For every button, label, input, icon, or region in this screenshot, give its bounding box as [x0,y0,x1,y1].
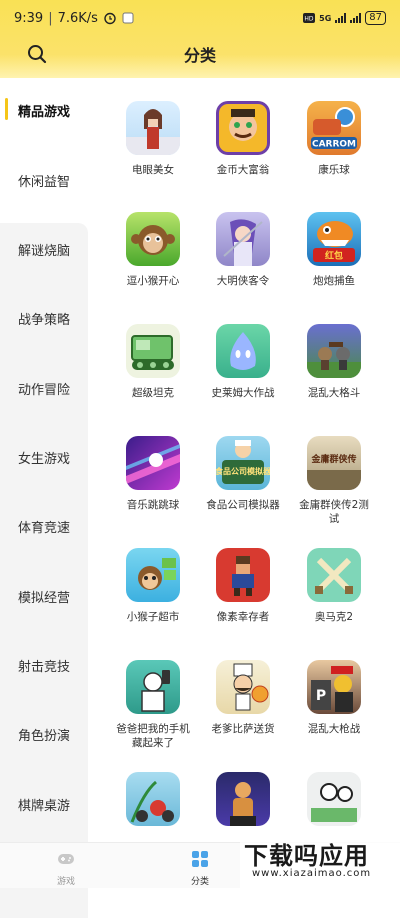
game-name: 超级坦克 [132,387,174,399]
game-name: 炮炮捕鱼 [313,275,355,287]
game-name: 食品公司模拟器 [206,499,280,511]
watermark-url: www.xiazaimao.com [252,868,372,879]
game-item[interactable]: 大明侠客令 [203,212,283,288]
game-item[interactable]: 金庸群侠传 金庸群侠传2测试 [294,436,374,526]
game-icon: 红包 [307,212,361,266]
sidebar-item-action[interactable]: 动作冒险 [0,373,88,403]
watermark-title: 下载吗应用 [244,842,369,870]
game-name: 爸爸把我的手机藏起来了 [116,723,190,749]
game-icon [307,324,361,378]
game-icon [216,324,270,378]
game-name: 小猴子超市 [126,611,180,623]
game-item[interactable]: 超级坦克 [113,324,193,400]
game-icon [216,548,270,602]
game-item[interactable]: 红包 炮炮捕鱼 [294,212,374,288]
game-name: 金币大富翁 [216,164,270,176]
game-icon [216,772,270,826]
game-item[interactable]: 爸爸把我的手机藏起来了 [113,660,193,750]
food-company-icon-text: 食品公司模拟器 [216,466,270,476]
game-icon [126,548,180,602]
status-time: 9:39 [14,10,44,26]
sidebar-item-shooting[interactable]: 射击竞技 [0,650,88,680]
sidebar-item-featured[interactable]: 精品游戏 [0,95,88,125]
game-item[interactable] [113,772,193,834]
game-icon [307,548,361,602]
game-item[interactable]: 老爹比萨送货 [203,660,283,736]
alarm-icon [104,12,116,25]
svg-text:HD: HD [305,16,315,23]
game-icon: CARROM [307,101,361,155]
game-icon [126,101,180,155]
game-item[interactable]: 食品公司模拟器 食品公司模拟器 [203,436,283,512]
jinyong-icon-text: 金庸群侠传 [310,453,356,465]
game-icon [126,772,180,826]
top-bar: 9:39 | 7.6K/s HD 5G 87 分类 [0,0,400,78]
game-item[interactable]: CARROM 康乐球 [294,101,374,177]
network-speed: 7.6K/s [57,10,98,26]
sidebar-item-casual[interactable]: 休闲益智 [0,165,88,195]
nav-tab-category-label: 分类 [190,877,209,887]
status-bar: 9:39 | 7.6K/s HD 5G 87 [14,8,386,28]
game-icon: P [307,660,361,714]
game-item[interactable]: 逗小猴开心 [113,212,193,288]
game-name: 混乱大枪战 [307,723,361,735]
sidebar-item-rpg[interactable]: 角色扮演 [0,719,88,749]
carrom-logo-text: CARROM [312,140,356,150]
hd-icon: HD [303,13,316,23]
game-icon [126,324,180,378]
game-icon [216,101,270,155]
sidebar-item-strategy[interactable]: 战争策略 [0,303,88,333]
game-item[interactable]: 金币大富翁 [203,101,283,177]
nav-tab-category[interactable]: 分类 [170,849,230,887]
network-type: 5G [319,13,332,23]
game-item[interactable]: 奥马克2 [294,548,374,624]
signal-icon [335,13,347,23]
notification-icon [122,12,134,24]
game-icon: 金庸群侠传 [307,436,361,490]
game-item[interactable]: 小猴子超市 [113,548,193,624]
game-item[interactable]: 像素幸存者 [203,548,283,624]
sidebar-item-sports[interactable]: 体育竞速 [0,511,88,541]
game-icon [126,212,180,266]
game-icon: 食品公司模拟器 [216,436,270,490]
game-icon [216,212,270,266]
game-name: 史莱姆大作战 [211,387,275,399]
battery-level: 87 [365,11,386,25]
sidebar-item-girls[interactable]: 女生游戏 [0,442,88,472]
sidebar-item-simulation[interactable]: 模拟经营 [0,581,88,611]
game-name: 混乱大格斗 [307,387,361,399]
hongbao-badge-text: 红包 [325,250,343,262]
category-grid-icon [192,851,208,867]
watermark: 下载吗应用 www.xiazaimao.com [240,834,400,888]
nav-tab-games-label: 游戏 [56,877,75,887]
game-item[interactable]: 史莱姆大作战 [203,324,283,400]
sidebar-item-board[interactable]: 棋牌桌游 [0,789,88,819]
game-name: 奥马克2 [314,611,354,623]
nav-tab-games[interactable]: 游戏 [36,849,96,887]
page-title: 分类 [183,46,216,65]
game-name: 逗小猴开心 [126,275,180,287]
game-item[interactable]: 混乱大格斗 [294,324,374,400]
game-icon [216,660,270,714]
game-name: 大明侠客令 [216,275,270,287]
game-name: 金庸群侠传2测试 [299,499,369,525]
pistol-icon-text: P [316,688,326,704]
sidebar-item-puzzle[interactable]: 解谜烧脑 [0,234,88,264]
signal-icon-2 [350,13,362,23]
game-name: 康乐球 [318,164,350,176]
game-icon [126,436,180,490]
game-name: 老爹比萨送货 [211,723,275,735]
game-item[interactable]: 电眼美女 [113,101,193,177]
game-name: 像素幸存者 [216,611,270,623]
game-item[interactable] [203,772,283,834]
game-icon [307,772,361,826]
gamepad-icon [58,854,74,864]
game-name: 电眼美女 [132,164,174,176]
game-item[interactable]: 音乐跳跳球 [113,436,193,512]
game-item[interactable] [294,772,374,834]
game-item[interactable]: P 混乱大枪战 [294,660,374,736]
game-icon [126,660,180,714]
game-name: 音乐跳跳球 [126,499,180,511]
